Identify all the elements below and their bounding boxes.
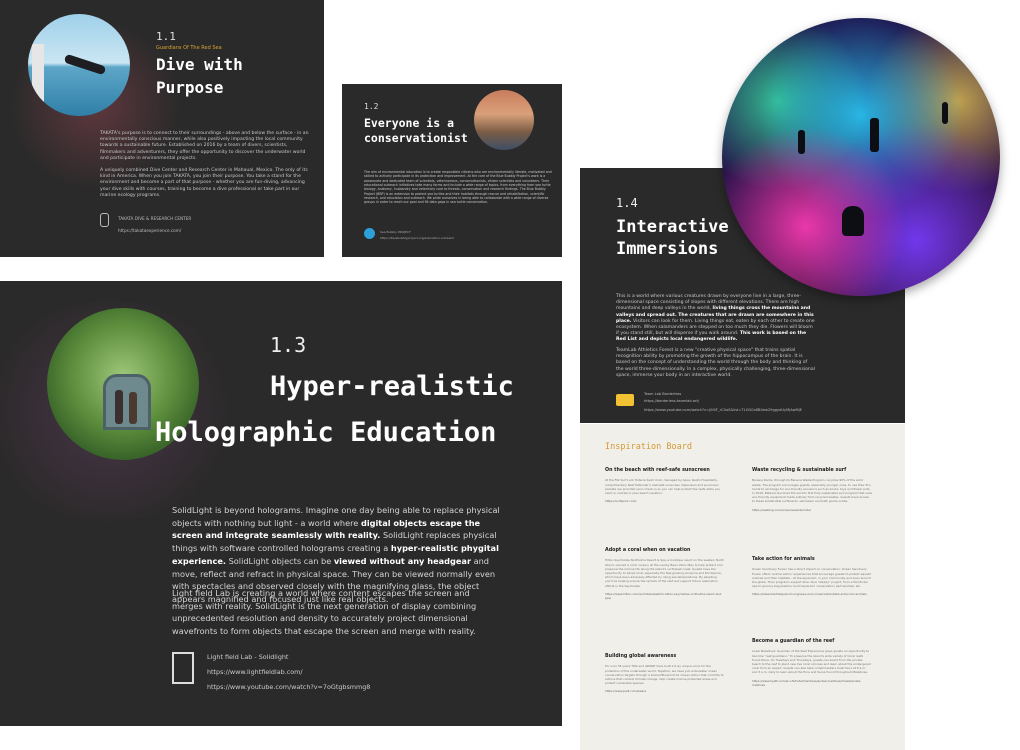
video-link[interactable]: https://www.youtube.com/watch?v=7oGtgbsm…: [207, 683, 370, 691]
org-link[interactable]: https://borderless.teamlab.art/: [644, 399, 699, 403]
immersion-photo: [722, 18, 1000, 296]
org-name: Team Lab Borderless: [644, 392, 682, 396]
card-body-2: A uniquely combined Dive Center and Rese…: [100, 168, 308, 198]
board-item: Adopt a coral when on vacation Hilton Se…: [605, 548, 725, 600]
board-item: Waste recycling & sustainable surf Banan…: [752, 468, 872, 512]
inspiration-board: Inspiration Board On the beach with reef…: [580, 424, 905, 750]
blue-bubble-logo-icon: [364, 228, 375, 239]
card-body: The aim of environmental education is to…: [364, 170, 552, 205]
card-title: Dive with Purpose: [156, 55, 243, 97]
video-link[interactable]: https://www.youtube.com/watch?v=j0I0F_rC…: [644, 408, 802, 412]
org-link[interactable]: https://bluebubblyproject.org/education-…: [380, 236, 454, 240]
board-item: Become a guardian of the reef Anasi Mala…: [752, 639, 871, 687]
org-name: Sea Bubbly PROJECT: [380, 230, 411, 234]
board-title: Inspiration Board: [605, 442, 692, 452]
org-name: Light field Lab - Solidlight: [207, 653, 289, 661]
board-item: On the beach with reef-safe sunscreen At…: [605, 468, 721, 504]
section-number: 1.1: [156, 30, 176, 43]
classroom-photo: [474, 90, 534, 150]
card-dive-with-purpose: 1.1 Guardians Of The Red Sea Dive with P…: [0, 0, 324, 257]
org-link[interactable]: https://www.lightfieldlab.com/: [207, 668, 303, 676]
diver-photo: [28, 14, 130, 116]
org-link[interactable]: https://takataexperience.com/: [118, 228, 181, 233]
card-body-2: Light field Lab is creating a world wher…: [172, 588, 477, 637]
card-everyone-conservationist: 1.2 Everyone is a conservationist The ai…: [342, 84, 562, 257]
section-number: 1.2: [364, 102, 379, 111]
takata-logo-icon: [100, 213, 109, 227]
board-item: Building global awareness For over 36 ye…: [605, 654, 724, 694]
card-title: Interactive Immersions: [616, 217, 729, 260]
card-title-line1: Hyper-realistic: [270, 371, 514, 402]
card-body-2: TeamLab Athletics Forest is a new "creat…: [616, 348, 815, 378]
teamlab-logo-icon: [616, 394, 634, 406]
card-body-1: This is a world where various creatures …: [616, 294, 815, 343]
section-number: 1.4: [616, 196, 638, 210]
light-field-lab-logo-icon: [172, 652, 194, 684]
section-subtitle: Guardians Of The Red Sea: [156, 45, 222, 51]
card-title: Everyone is a conservationist: [364, 116, 468, 145]
board-item: Take action for animals Ocean Sanctuary …: [752, 557, 872, 597]
org-name: TAKATA DIVE & RESEARCH CENTER: [118, 216, 192, 221]
card-title-line2: Holographic Education: [155, 417, 497, 448]
card-body-1: TAKATA's purpose is to connect to their …: [100, 131, 309, 161]
card-holographic-education: 1.3 Hyper-realistic Holographic Educatio…: [0, 281, 562, 726]
section-number: 1.3: [270, 333, 307, 357]
